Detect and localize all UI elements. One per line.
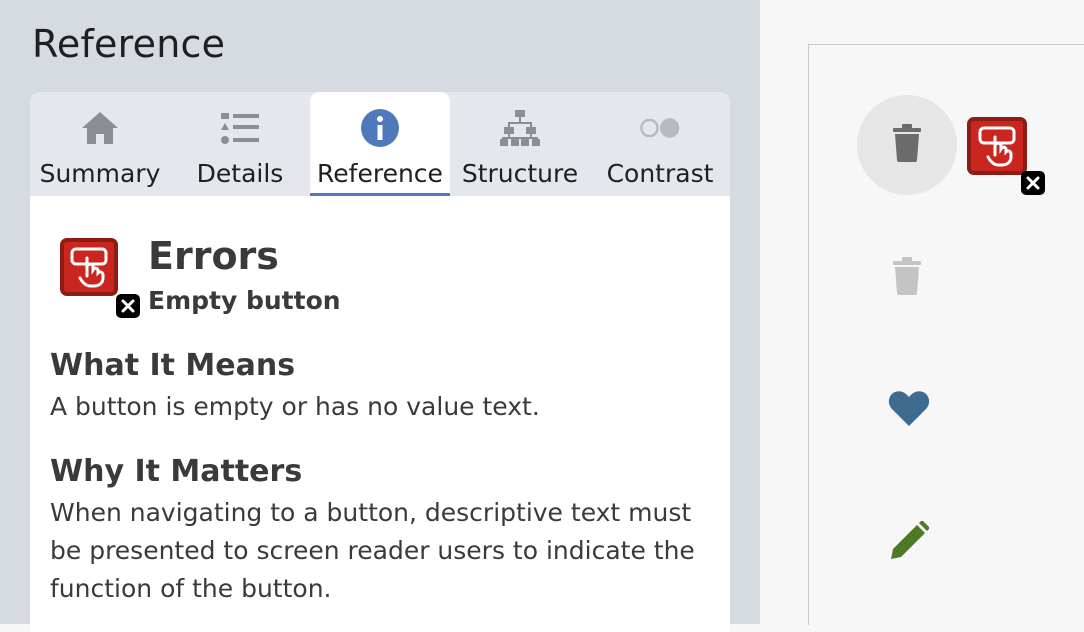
heart-icon xyxy=(888,391,930,431)
tab-contrast[interactable]: Contrast xyxy=(590,92,730,196)
empty-button-error-icon xyxy=(60,238,140,318)
tab-label: Summary xyxy=(39,159,161,188)
tab-summary[interactable]: Summary xyxy=(30,92,170,196)
tab-details[interactable]: Details xyxy=(170,92,310,196)
tab-label: Contrast xyxy=(606,159,714,188)
home-icon xyxy=(79,108,121,148)
reference-panel: Reference Summary Details Reference Stru… xyxy=(0,0,760,632)
error-category-heading: Errors xyxy=(148,234,279,278)
info-icon xyxy=(359,108,401,148)
section-text: A button is empty or has no value text. xyxy=(50,392,540,421)
tab-label: Details xyxy=(196,159,284,188)
tab-label: Reference xyxy=(317,159,443,188)
delete-button[interactable] xyxy=(893,257,921,299)
favorite-button[interactable] xyxy=(888,389,930,431)
contrast-icon xyxy=(639,108,681,148)
page-preview xyxy=(808,44,1084,625)
error-item-name: Empty button xyxy=(148,286,341,315)
panel-card: Summary Details Reference Structure Cont… xyxy=(30,92,730,632)
section-text: When navigating to a button, descriptive… xyxy=(50,498,695,603)
delete-button-highlighted[interactable] xyxy=(857,95,957,195)
list-icon xyxy=(219,108,261,148)
panel-title: Reference xyxy=(32,22,226,66)
pencil-icon xyxy=(889,520,930,565)
tab-reference[interactable]: Reference xyxy=(310,92,450,196)
edit-button[interactable] xyxy=(889,520,930,565)
tab-structure[interactable]: Structure xyxy=(450,92,590,196)
tab-bar: Summary Details Reference Structure Cont… xyxy=(30,92,730,196)
section-heading: Why It Matters xyxy=(50,454,303,489)
empty-button-error-icon[interactable] xyxy=(967,117,1045,201)
hierarchy-icon xyxy=(499,108,541,148)
trash-icon xyxy=(893,124,921,166)
tab-label: Structure xyxy=(461,159,579,188)
section-heading: What It Means xyxy=(50,348,296,383)
trash-icon xyxy=(893,257,921,299)
